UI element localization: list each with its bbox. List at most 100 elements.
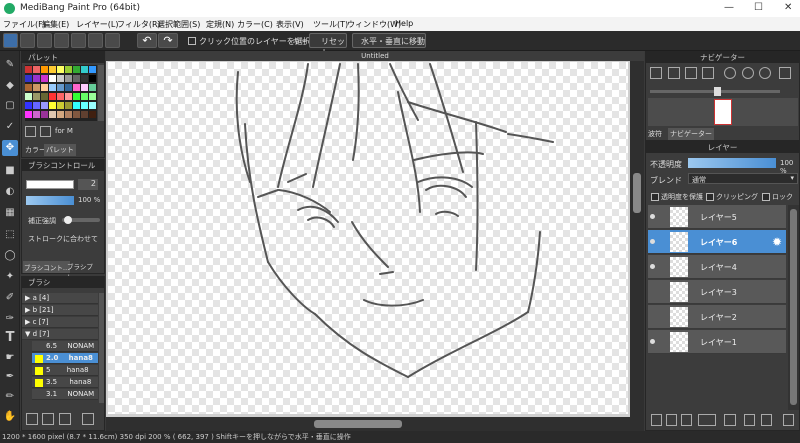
palette-swatch[interactable] — [73, 75, 80, 82]
redo-icon[interactable]: ↷ — [158, 33, 178, 48]
gear-icon[interactable]: ✹ — [772, 235, 782, 249]
brush-group-d[interactable]: ▼ d [7] — [22, 329, 98, 340]
horizontal-scrollbar[interactable] — [106, 417, 630, 431]
folder-icon[interactable] — [724, 414, 736, 426]
drawing-canvas[interactable] — [108, 62, 628, 414]
flip-icon[interactable] — [779, 67, 791, 79]
click-layer-select-checkbox[interactable] — [188, 37, 196, 45]
palette-swatch[interactable] — [25, 75, 32, 82]
palette-swatch[interactable] — [81, 102, 88, 109]
select-rect-tool-icon[interactable]: ⬚ — [2, 227, 18, 243]
menu-view[interactable]: 表示(V) — [276, 19, 304, 30]
tab-color[interactable]: カラー — [25, 145, 46, 155]
palette-swatch[interactable] — [81, 75, 88, 82]
palette-name-input[interactable]: for M — [55, 127, 103, 137]
palette-swatch[interactable] — [81, 84, 88, 91]
new-layer-icon[interactable] — [651, 414, 662, 426]
comment-icon[interactable] — [54, 33, 69, 48]
tab-palette[interactable]: パレット — [44, 144, 76, 156]
palette-swatch[interactable] — [57, 102, 64, 109]
palette-swatch[interactable] — [49, 102, 56, 109]
palette-swatch[interactable] — [57, 111, 64, 118]
move-tool-icon[interactable]: ✥ — [2, 140, 18, 156]
rotate-left-icon[interactable] — [724, 67, 736, 79]
close-icon[interactable]: ✕ — [784, 2, 792, 13]
zoom-in-icon[interactable] — [650, 67, 662, 79]
palette-swatch[interactable] — [41, 111, 48, 118]
zoom-out-icon[interactable] — [702, 67, 714, 79]
palette-swatch[interactable] — [41, 102, 48, 109]
layer-row[interactable]: レイヤー4 — [648, 255, 786, 279]
palette-swatch[interactable] — [89, 66, 96, 73]
menu-edit[interactable]: 編集(E) — [42, 19, 69, 30]
layer-settings-icon[interactable] — [761, 414, 772, 426]
palette-swatch[interactable] — [57, 93, 64, 100]
brush-size-value[interactable]: 2 — [78, 179, 98, 190]
palette-swatch[interactable] — [49, 93, 56, 100]
reset-button[interactable]: リセット — [309, 33, 347, 57]
palette-swatch[interactable] — [49, 84, 56, 91]
chat-icon[interactable] — [37, 33, 52, 48]
eyedropper-tool-icon[interactable]: ✒ — [2, 369, 18, 385]
palette-swatch[interactable] — [25, 111, 32, 118]
brush-item[interactable]: 3.1 NONAM — [32, 389, 98, 400]
palette-swatch[interactable] — [33, 84, 40, 91]
brush-item-selected[interactable]: 2.0 hana8 — [32, 353, 98, 364]
palette-swatch[interactable] — [73, 66, 80, 73]
palette-swatch[interactable] — [33, 75, 40, 82]
palette-swatch[interactable] — [81, 111, 88, 118]
vertical-scroll-thumb[interactable] — [633, 173, 641, 213]
cloud-icon[interactable] — [3, 33, 18, 48]
vertical-scrollbar[interactable] — [630, 61, 644, 431]
operation-tool-icon[interactable]: ☛ — [2, 350, 18, 366]
layer-row[interactable]: レイヤー1 — [648, 330, 786, 354]
canvas-tab[interactable]: Untitled — [106, 51, 644, 61]
page-icon[interactable] — [105, 33, 120, 48]
brush-item[interactable]: 3.5 hana8 — [32, 377, 98, 388]
brush-trash-icon[interactable] — [82, 413, 94, 425]
palette-swatch[interactable] — [89, 93, 96, 100]
rect-tool-icon[interactable]: ▢ — [2, 98, 18, 114]
zoom-in-alt-icon[interactable] — [668, 67, 680, 79]
horizontal-scroll-thumb[interactable] — [314, 420, 402, 428]
palette-swatch[interactable] — [41, 66, 48, 73]
palette-swatch[interactable] — [49, 66, 56, 73]
menu-layer[interactable]: レイヤー(L) — [76, 19, 118, 30]
layer-row[interactable]: レイヤー2 — [648, 305, 786, 329]
select-pen-tool-icon[interactable]: ✐ — [2, 290, 18, 306]
palette-swatch[interactable] — [89, 102, 96, 109]
fill-rect-tool-icon[interactable]: ■ — [2, 163, 18, 179]
palette-swatch[interactable] — [89, 84, 96, 91]
maximize-icon[interactable]: ☐ — [754, 2, 763, 13]
palette-swatch[interactable] — [57, 84, 64, 91]
menu-file[interactable]: ファイル(F) — [3, 19, 46, 30]
palette-swatch[interactable] — [73, 93, 80, 100]
stabilizer-knob[interactable] — [64, 216, 72, 224]
merge-down-icon[interactable] — [744, 414, 755, 426]
hand-tool-icon[interactable]: ✋ — [2, 409, 18, 425]
visibility-icon[interactable] — [650, 339, 655, 344]
menu-window[interactable]: ウィンドウ(W) — [347, 19, 401, 30]
layer-opacity-bar[interactable] — [688, 158, 776, 168]
magic-wand-tool-icon[interactable]: ✦ — [2, 269, 18, 285]
palette-swatch[interactable] — [41, 84, 48, 91]
palette-swatch[interactable] — [81, 66, 88, 73]
palette-scrollbar[interactable] — [98, 65, 104, 121]
brush-group-b[interactable]: ▶ b [21] — [22, 305, 98, 316]
brush-item[interactable]: 6.5 NONAM — [32, 341, 98, 352]
menu-color[interactable]: カラー(C) — [237, 19, 273, 30]
tab-navigator-a[interactable]: 波符 — [648, 129, 662, 139]
brush-item[interactable]: 5 hana8 — [32, 365, 98, 376]
palette-swatch[interactable] — [25, 93, 32, 100]
visibility-icon[interactable] — [650, 264, 655, 269]
lasso-tool-icon[interactable]: ◯ — [2, 248, 18, 264]
brush-menu-icon[interactable] — [59, 413, 71, 425]
navigator-zoom-knob[interactable] — [714, 87, 721, 96]
brush-group-a[interactable]: ▶ a [4] — [22, 293, 98, 304]
clipping-checkbox[interactable] — [706, 193, 714, 201]
layer-row[interactable]: レイヤー3 — [648, 280, 786, 304]
menu-ruler[interactable]: 定規(N) — [206, 19, 234, 30]
palette-swatch[interactable] — [65, 93, 72, 100]
palette-swatch[interactable] — [25, 84, 32, 91]
brush-tool-icon[interactable]: ✎ — [2, 57, 18, 73]
